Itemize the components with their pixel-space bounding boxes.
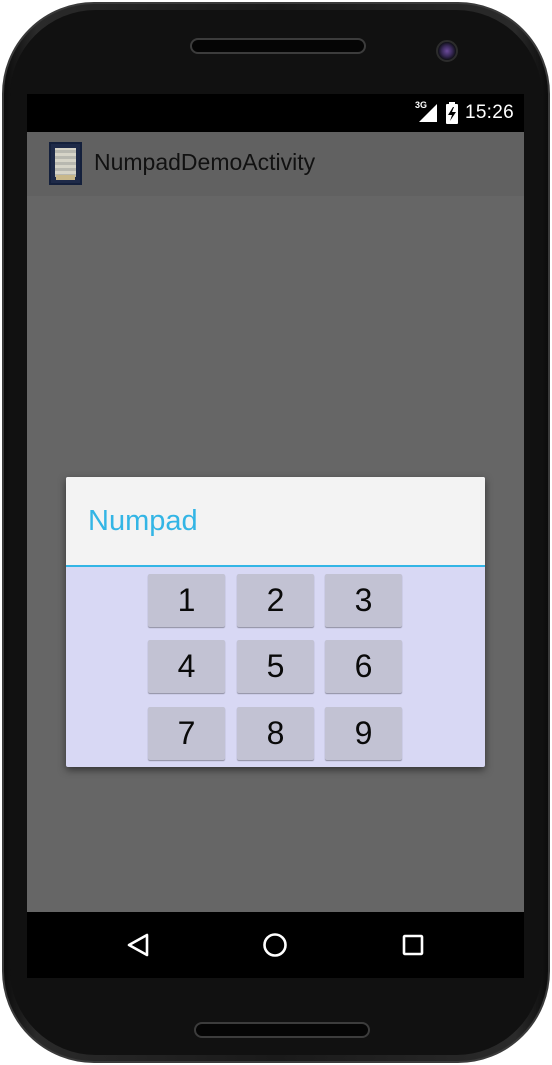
back-icon[interactable] [121,928,155,962]
numpad-key-8[interactable]: 8 [237,707,314,760]
device-screen: 3G 15:26 NumpadDemoActivity Numpad 1 2 3… [27,94,524,978]
activity-title: NumpadDemoActivity [94,149,316,175]
numpad-key-6[interactable]: 6 [325,640,402,693]
status-indicators: 3G 15:26 [414,100,514,124]
action-bar: NumpadDemoActivity [27,132,524,196]
numpad-key-3[interactable]: 3 [325,574,402,627]
numpad-dialog: Numpad 1 2 3 4 5 6 7 8 9 [66,477,485,767]
status-clock: 15:26 [464,102,514,123]
numpad-key-7[interactable]: 7 [148,707,225,760]
dialog-title: Numpad [88,505,198,537]
network-type-label: 3G [414,100,427,110]
numpad-key-5[interactable]: 5 [237,640,314,693]
navigation-bar [27,912,524,978]
numpad-key-4[interactable]: 4 [148,640,225,693]
front-camera-icon [436,40,458,62]
top-speaker-grille [190,38,366,54]
home-icon[interactable] [258,928,292,962]
recents-icon[interactable] [396,928,430,962]
signal-icon: 3G [414,100,439,124]
numpad-key-2[interactable]: 2 [237,574,314,627]
status-bar: 3G 15:26 [27,94,524,132]
dialog-header: Numpad [66,477,485,567]
numpad-key-1[interactable]: 1 [148,574,225,627]
activity-content: Numpad 1 2 3 4 5 6 7 8 9 [27,196,524,912]
bottom-speaker-grille [194,1022,370,1038]
numpad-key-9[interactable]: 9 [325,707,402,760]
app-launcher-icon[interactable] [49,142,82,185]
battery-charging-icon [445,102,459,124]
